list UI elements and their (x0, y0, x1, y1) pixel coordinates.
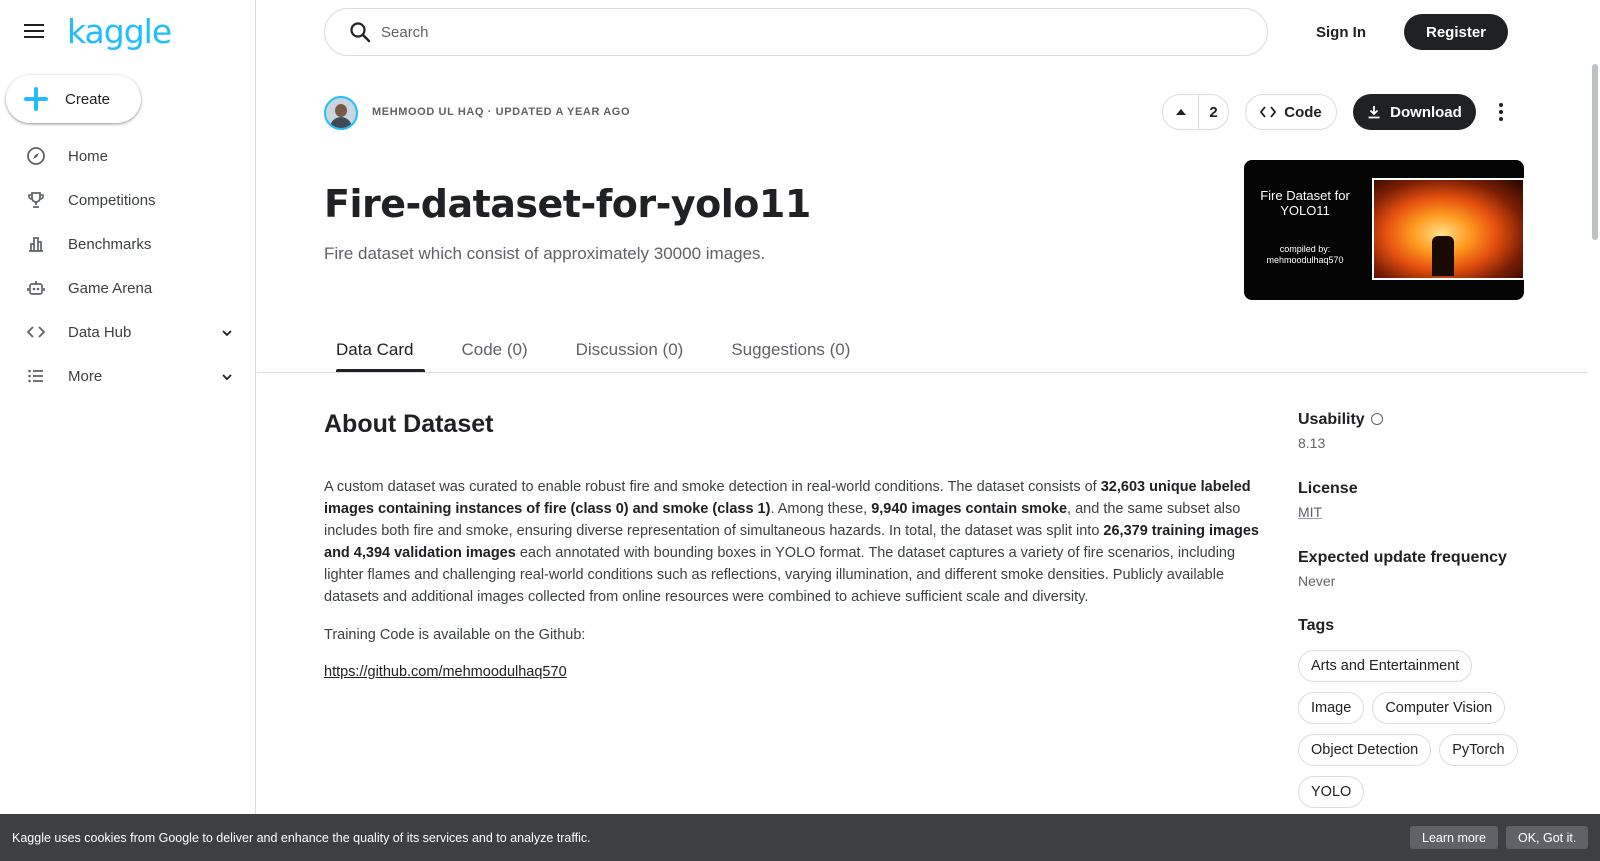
tabs-divider (257, 372, 1588, 373)
tag-chip[interactable]: Object Detection (1298, 734, 1432, 766)
sidebar-item-label: Home (68, 147, 109, 165)
dataset-subtitle: Fire dataset which consist of approximat… (324, 244, 766, 263)
plus-icon (24, 87, 48, 111)
menu-icon[interactable] (22, 20, 50, 44)
compass-icon (26, 146, 46, 166)
license-link[interactable]: MIT (1298, 504, 1322, 520)
sidebar-item-label: More (68, 367, 103, 385)
tag-chip[interactable]: YOLO (1298, 776, 1365, 808)
download-icon (1368, 106, 1380, 119)
search-icon (349, 21, 371, 43)
dataset-cover-image: Fire Dataset for YOLO11 compiled by: meh… (1244, 160, 1524, 300)
sidebar-item-label: Benchmarks (68, 235, 152, 253)
tag-chip[interactable]: Arts and Entertainment (1298, 650, 1473, 682)
sidebar-item-label: Game Arena (68, 279, 153, 297)
dataset-tabs: Data Card Code (0) Discussion (0) Sugges… (324, 332, 862, 373)
create-label: Create (65, 90, 111, 108)
create-button[interactable]: Create (6, 75, 141, 123)
sidebar-item-label: Data Hub (68, 323, 132, 341)
cover-compiled-by: compiled by: mehmoodulhaq570 (1266, 244, 1344, 265)
code-icon (1260, 106, 1277, 118)
training-code-text: Training Code is available on the Github… (324, 627, 586, 643)
download-button[interactable]: Download (1353, 94, 1476, 130)
sidebar-item-home[interactable]: Home (0, 134, 255, 178)
cover-title: Fire Dataset for YOLO11 (1260, 188, 1350, 218)
tag-chip[interactable]: Computer Vision (1372, 692, 1506, 724)
tab-discussion[interactable]: Discussion (0) (564, 332, 696, 372)
sidebar-item-benchmarks[interactable]: Benchmarks (0, 222, 255, 266)
upvote-button[interactable] (1163, 95, 1199, 129)
list-icon (26, 366, 46, 386)
caret-up-icon (1175, 109, 1186, 115)
tag-chip[interactable]: PyTorch (1439, 734, 1518, 766)
frequency-label: Expected update frequency (1298, 549, 1507, 566)
code-button-label: Code (1284, 103, 1322, 121)
about-heading: About Dataset (324, 410, 494, 438)
sign-in-button[interactable]: Sign In (1300, 14, 1382, 50)
tags-label: Tags (1298, 617, 1335, 634)
cookie-text: Kaggle uses cookies from Google to deliv… (12, 830, 591, 845)
upvote-count[interactable]: 2 (1199, 104, 1228, 121)
trophy-icon (26, 190, 46, 210)
usability-value: 8.13 (1298, 435, 1326, 451)
download-button-label: Download (1390, 103, 1462, 121)
sidebar-item-data-hub[interactable]: Data Hub (0, 310, 255, 354)
usability-section: Usability 8.13 (1298, 411, 1558, 451)
robot-icon (26, 278, 46, 298)
bar-chart-icon (26, 234, 46, 254)
cookie-banner: Kaggle uses cookies from Google to deliv… (0, 814, 1600, 861)
search-input[interactable] (381, 23, 1241, 41)
code-button[interactable]: Code (1245, 94, 1337, 130)
sidebar-item-game-arena[interactable]: Game Arena (0, 266, 255, 310)
sidebar: kaggle Create Home Competitions Benchmar… (0, 0, 256, 861)
license-section: License MIT (1298, 480, 1558, 520)
dataset-title: Fire-dataset-for-yolo11 (324, 182, 811, 226)
tag-chip[interactable]: Image (1298, 692, 1365, 724)
learn-more-button[interactable]: Learn more (1410, 826, 1498, 849)
sidebar-item-label: Competitions (68, 191, 156, 209)
about-description: A custom dataset was curated to enable r… (324, 479, 1259, 605)
usability-label: Usability (1298, 411, 1365, 428)
avatar[interactable] (324, 96, 358, 130)
license-label: License (1298, 480, 1358, 497)
frequency-section: Expected update frequency Never (1298, 549, 1558, 589)
author-byline: MEHMOOD UL HAQ · UPDATED A YEAR AGO (372, 106, 631, 118)
ok-got-it-button[interactable]: OK, Got it. (1506, 826, 1589, 849)
tab-suggestions[interactable]: Suggestions (0) (719, 332, 862, 372)
code-brackets-icon (26, 322, 46, 342)
chevron-down-icon[interactable] (221, 326, 233, 344)
page-scrollbar[interactable] (1592, 64, 1598, 240)
fire-photo (1372, 178, 1524, 280)
upvote-control: 2 (1162, 94, 1229, 130)
chevron-down-icon[interactable] (221, 370, 233, 388)
sidebar-item-more[interactable]: More (0, 354, 255, 398)
info-icon[interactable] (1370, 413, 1383, 425)
more-options-icon[interactable] (1489, 96, 1513, 128)
tab-code[interactable]: Code (0) (449, 332, 539, 372)
sidebar-item-competitions[interactable]: Competitions (0, 178, 255, 222)
search-bar[interactable] (324, 8, 1268, 56)
register-button[interactable]: Register (1404, 14, 1508, 50)
frequency-value: Never (1298, 573, 1336, 589)
tag-list: Arts and Entertainment Image Computer Vi… (1298, 650, 1538, 808)
github-link[interactable]: https://github.com/mehmoodulhaq570 (324, 664, 567, 680)
sidebar-nav: Home Competitions Benchmarks Game Arena … (0, 134, 255, 398)
kaggle-logo[interactable]: kaggle (67, 12, 172, 51)
tab-data-card[interactable]: Data Card (324, 332, 426, 373)
tags-section: Tags (1298, 617, 1558, 635)
